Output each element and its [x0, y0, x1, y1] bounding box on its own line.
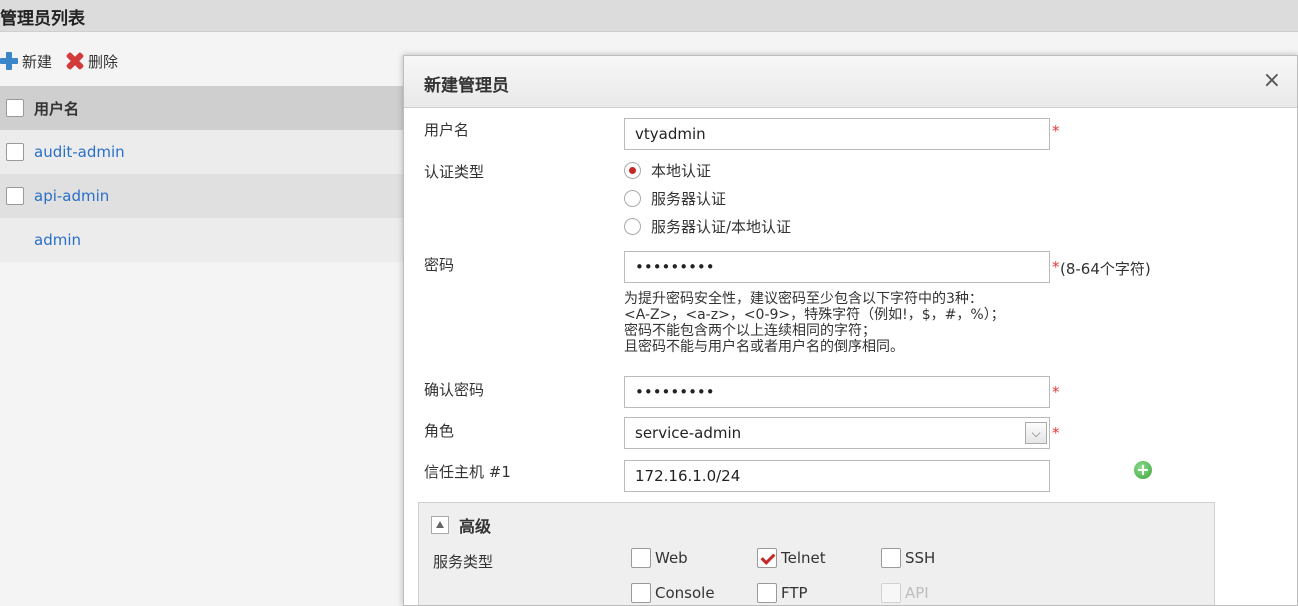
- new-button[interactable]: 新建: [0, 51, 52, 72]
- select-all-checkbox[interactable]: [6, 99, 24, 117]
- service-type-label: 服务类型: [433, 553, 494, 571]
- auth-option-label: 服务器认证: [651, 190, 727, 208]
- radio-button[interactable]: [624, 218, 641, 235]
- page-title: 管理员列表: [0, 9, 85, 29]
- password-input[interactable]: •••••••••: [624, 251, 1050, 283]
- username-label: 用户名: [424, 121, 470, 139]
- row-checkbox[interactable]: [6, 187, 24, 205]
- new-button-label: 新建: [22, 52, 53, 71]
- checkbox[interactable]: [631, 583, 651, 603]
- close-icon[interactable]: ×: [1263, 68, 1281, 93]
- required-mark: *: [1052, 383, 1060, 401]
- collapse-icon[interactable]: [431, 516, 449, 534]
- delete-button[interactable]: 删除: [66, 51, 118, 72]
- password-label: 密码: [424, 256, 455, 274]
- service-label: FTP: [781, 584, 808, 602]
- role-selected-value: service-admin: [635, 424, 742, 442]
- row-checkbox[interactable]: [6, 143, 24, 161]
- admin-link[interactable]: api-admin: [34, 187, 109, 205]
- service-ftp[interactable]: FTP: [757, 583, 808, 603]
- checkbox-disabled: [881, 583, 901, 603]
- admin-link[interactable]: audit-admin: [34, 143, 125, 161]
- delete-button-label: 删除: [88, 52, 119, 71]
- service-web[interactable]: Web: [631, 548, 688, 568]
- service-label: SSH: [905, 549, 936, 567]
- checkbox[interactable]: [631, 548, 651, 568]
- auth-option-label: 服务器认证/本地认证: [651, 218, 792, 236]
- service-telnet[interactable]: Telnet: [757, 548, 826, 568]
- auth-option-server[interactable]: 服务器认证: [624, 188, 726, 209]
- checkbox[interactable]: [881, 548, 901, 568]
- checkbox-checked[interactable]: [757, 548, 777, 568]
- service-label: Web: [655, 549, 688, 567]
- advanced-title: 高级: [459, 517, 492, 536]
- required-mark: *: [1052, 424, 1060, 442]
- service-label: Telnet: [781, 549, 826, 567]
- auth-option-server-local[interactable]: 服务器认证/本地认证: [624, 216, 791, 237]
- list-header-bar: 管理员列表: [0, 0, 1298, 32]
- service-label: API: [905, 584, 929, 602]
- password-length-hint: (8-64个字符): [1060, 260, 1151, 278]
- auth-option-label: 本地认证: [651, 162, 712, 180]
- trusted-host-input[interactable]: 172.16.1.0/24: [624, 460, 1050, 492]
- radio-button[interactable]: [624, 190, 641, 207]
- advanced-section: 高级 服务类型 Web Telnet SSH Console FTP API: [418, 502, 1215, 605]
- confirm-password-label: 确认密码: [424, 381, 485, 399]
- password-policy-hint: 为提升密码安全性，建议密码至少包含以下字符中的3种： <A-Z>，<a-z>，<…: [624, 291, 1005, 355]
- service-api: API: [881, 583, 929, 603]
- advanced-toggle[interactable]: 高级: [431, 513, 491, 537]
- new-admin-dialog: 新建管理员 × 用户名 vtyadmin * 认证类型 本地认证 服务器认证 服…: [403, 55, 1298, 606]
- role-label: 角色: [424, 422, 455, 440]
- confirm-password-input[interactable]: •••••••••: [624, 376, 1050, 408]
- radio-button-selected[interactable]: [624, 162, 641, 179]
- auth-type-label: 认证类型: [424, 163, 485, 181]
- username-column-header: 用户名: [34, 99, 80, 118]
- add-trusted-host-icon[interactable]: +: [1134, 461, 1152, 479]
- list-toolbar: 新建 删除: [0, 48, 118, 74]
- dialog-header: 新建管理员 ×: [404, 56, 1297, 108]
- service-label: Console: [655, 584, 715, 602]
- dialog-title: 新建管理员: [424, 76, 509, 96]
- username-input[interactable]: vtyadmin: [624, 118, 1050, 150]
- admin-link[interactable]: admin: [34, 231, 81, 249]
- hint-line: <A-Z>，<a-z>，<0-9>，特殊字符（例如!，$，#，%）；: [624, 307, 1005, 323]
- required-mark: *: [1052, 122, 1060, 140]
- service-ssh[interactable]: SSH: [881, 548, 935, 568]
- auth-option-local[interactable]: 本地认证: [624, 160, 711, 181]
- hint-line: 为提升密码安全性，建议密码至少包含以下字符中的3种：: [624, 291, 983, 307]
- hint-line: 密码不能包含两个以上连续相同的字符；: [624, 323, 876, 339]
- required-mark: *: [1052, 258, 1060, 276]
- checkbox[interactable]: [757, 583, 777, 603]
- chevron-down-icon[interactable]: ⌵: [1025, 422, 1047, 444]
- plus-icon: [0, 52, 18, 70]
- hint-line: 且密码不能与用户名或者用户名的倒序相同。: [624, 339, 904, 355]
- role-select[interactable]: service-admin ⌵: [624, 417, 1050, 449]
- delete-x-icon: [66, 52, 84, 70]
- service-console[interactable]: Console: [631, 583, 715, 603]
- trusted-host-label: 信任主机 #1: [424, 463, 511, 481]
